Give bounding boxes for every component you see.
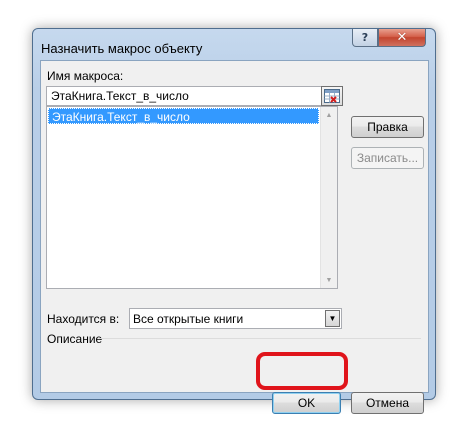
macro-name-input[interactable]	[46, 86, 322, 106]
description-label: Описание	[47, 332, 103, 346]
cancel-button[interactable]: Отмена	[351, 392, 424, 414]
scroll-down-icon[interactable]: ▼	[321, 272, 337, 288]
title-bar[interactable]: Назначить макрос объекту ? ✕	[33, 29, 435, 59]
dialog-title: Назначить макрос объекту	[41, 41, 203, 56]
edit-button[interactable]: Правка	[351, 116, 424, 138]
located-in-label: Находится в:	[47, 312, 120, 326]
ok-button[interactable]: OK	[272, 392, 341, 414]
description-divider	[99, 338, 421, 339]
assign-macro-dialog: Назначить макрос объекту ? ✕ Имя макроса…	[32, 28, 436, 414]
list-item[interactable]: ЭтаКнига.Текст_в_число	[48, 108, 319, 124]
macro-list[interactable]: ЭтаКнига.Текст_в_число ▲ ▼	[46, 106, 338, 289]
help-button[interactable]: ?	[352, 29, 378, 47]
vertical-scrollbar[interactable]: ▲ ▼	[320, 107, 337, 288]
macro-pick-button[interactable]	[321, 86, 343, 106]
range-picker-icon	[324, 89, 340, 103]
located-in-value: Все открытые книги	[133, 312, 244, 326]
record-button[interactable]: Записать...	[351, 147, 424, 169]
macro-name-label: Имя макроса:	[47, 69, 124, 83]
located-in-select[interactable]: Все открытые книги ▼	[129, 308, 342, 329]
close-button[interactable]: ✕	[378, 29, 426, 47]
dialog-body: Имя макроса: ЭтаКнига.Текст_в_число ▲ ▼ …	[40, 60, 429, 414]
close-icon: ✕	[396, 30, 408, 45]
scroll-up-icon[interactable]: ▲	[321, 107, 337, 123]
help-icon: ?	[361, 31, 369, 44]
chevron-down-icon[interactable]: ▼	[325, 310, 340, 327]
